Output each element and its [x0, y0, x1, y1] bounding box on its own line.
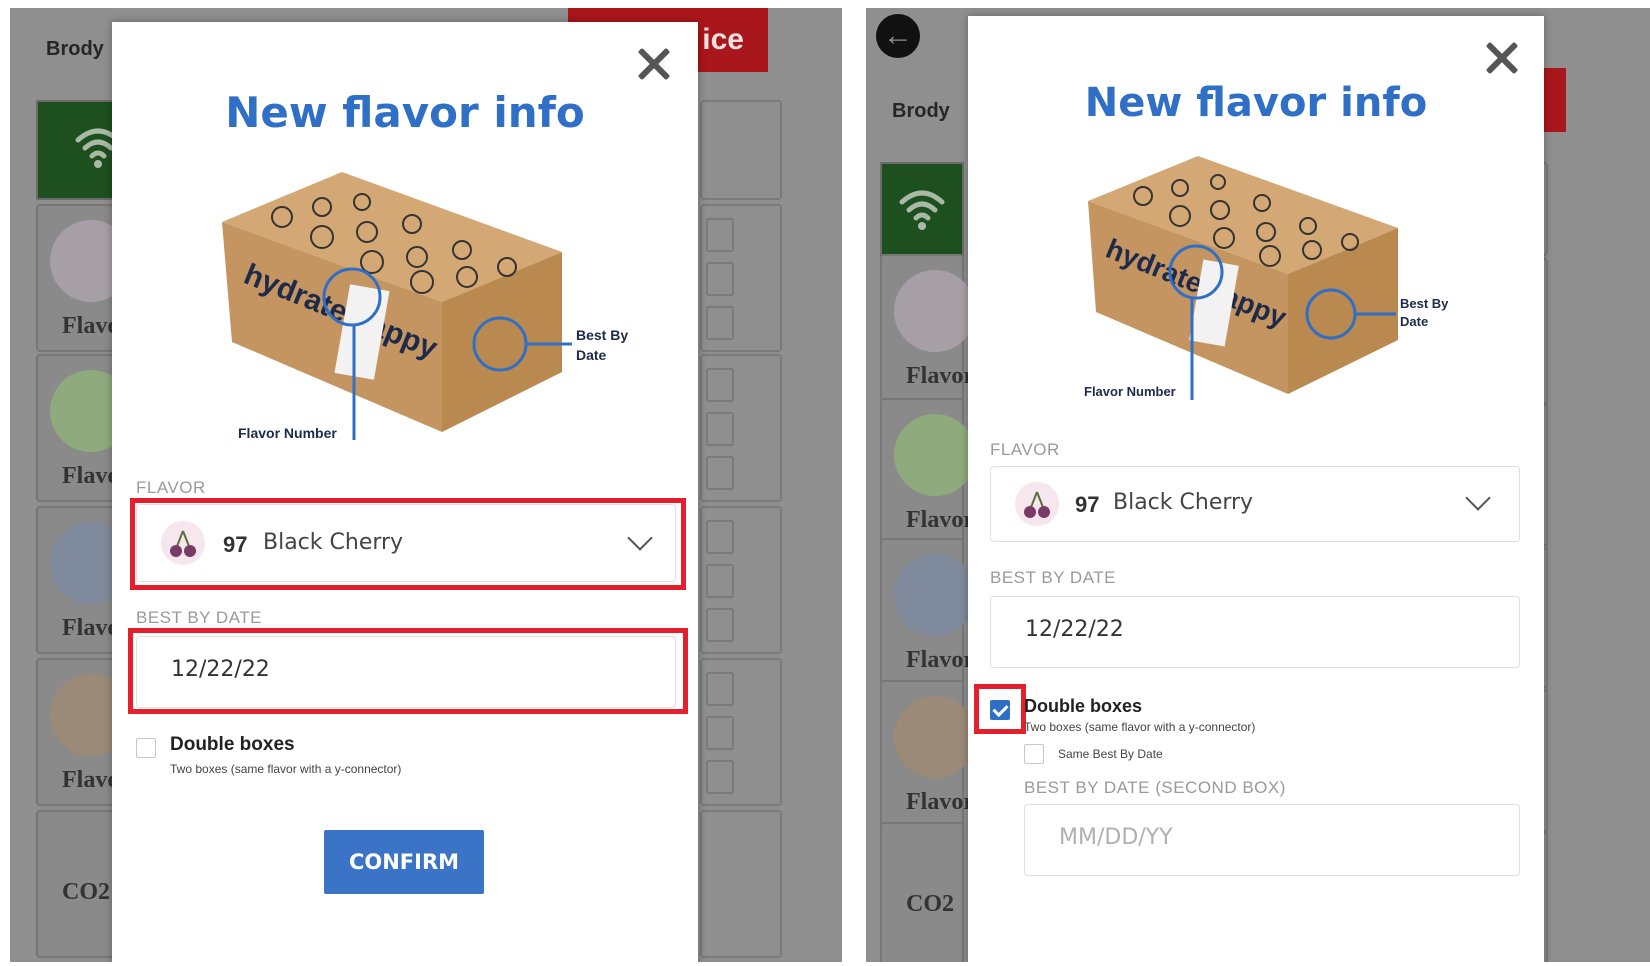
best-by-label: BEST BY DATE	[136, 608, 262, 627]
flavor-thumb	[894, 554, 976, 636]
best-by-callout: Date	[1400, 314, 1428, 329]
flavor-card[interactable]: Flavor	[880, 398, 976, 546]
close-icon[interactable]	[634, 44, 674, 84]
flavor-card[interactable]: Flavor	[880, 538, 976, 686]
best-by-callout: Best By	[1400, 296, 1449, 311]
best-by-callout: Date	[576, 347, 607, 363]
flavor-thumb	[894, 696, 976, 778]
best-by-callout: Best By	[576, 327, 628, 343]
flavor-number-callout: Flavor Number	[238, 425, 337, 441]
side-tile	[700, 658, 782, 806]
highlight-best-by	[128, 628, 688, 714]
flavor-label: FLAVOR	[990, 440, 1060, 459]
highlight-double-boxes	[974, 684, 1026, 734]
side-tile	[700, 810, 782, 958]
wifi-icon	[899, 190, 945, 230]
double-boxes-description: Two boxes (same flavor with a y-connecto…	[1024, 720, 1256, 734]
confirm-button[interactable]: CONFIRM	[324, 830, 484, 894]
double-boxes-label: Double boxes	[170, 734, 295, 755]
flavor-number-callout: Flavor Number	[1084, 384, 1176, 399]
user-name: Brody	[892, 100, 950, 122]
flavor-name: Black Cherry	[1113, 490, 1254, 515]
panel-divider	[842, 0, 866, 966]
best-by-label: BEST BY DATE	[990, 568, 1116, 587]
second-box-date-input[interactable]: MM/DD/YY	[1024, 804, 1520, 876]
best-by-input[interactable]: 12/22/22	[990, 596, 1520, 668]
flavor-select[interactable]: 97 Black Cherry	[990, 466, 1520, 542]
chevron-down-icon	[1465, 485, 1491, 511]
double-boxes-label: Double boxes	[1024, 696, 1143, 716]
flavor-thumb	[894, 414, 976, 496]
modal-title: New flavor info	[225, 88, 585, 137]
double-boxes-description: Two boxes (same flavor with a y-connecto…	[170, 762, 402, 776]
flavor-number: 97	[1075, 492, 1100, 517]
highlight-flavor	[130, 498, 686, 590]
box-illustration: hydrate happy Best By Date Flavor Number	[222, 172, 628, 441]
co2-card-label: CO2	[906, 891, 954, 917]
side-tile	[700, 506, 782, 654]
flavor-card-label: Flavor	[906, 647, 974, 673]
back-arrow-icon[interactable]: ←	[876, 14, 920, 58]
same-best-by-checkbox[interactable]	[1024, 744, 1044, 764]
screenshot-panel-left: Brody ice Flavor Flavor Flavor Flavor CO…	[10, 8, 842, 962]
flavor-label: FLAVOR	[136, 478, 206, 497]
co2-card[interactable]: CO2	[880, 822, 964, 962]
new-flavor-modal: New flavor info hydrate happy Best By Da…	[112, 22, 698, 962]
same-best-by-label: Same Best By Date	[1058, 747, 1163, 761]
best-by-value: 12/22/22	[1025, 617, 1124, 642]
side-tile	[700, 204, 782, 352]
flavor-card-label: Flavor	[906, 789, 974, 815]
wifi-tile[interactable]	[880, 162, 964, 262]
side-tile	[700, 354, 782, 502]
double-boxes-checkbox[interactable]	[136, 738, 156, 758]
second-box-placeholder: MM/DD/YY	[1059, 825, 1173, 850]
box-illustration: hydrate happy Best By Date Flavor Number	[1084, 156, 1449, 400]
flavor-card[interactable]: Flavor	[880, 680, 976, 828]
new-flavor-modal: New flavor info hydrate happy Best By Da…	[968, 16, 1544, 962]
cherry-icon	[1015, 482, 1059, 526]
flavor-card-label: Flavor	[906, 363, 974, 389]
screenshot-panel-right: ← nced Brody ice Flavor Flavor Flavor Fl…	[866, 8, 1650, 962]
flavor-thumb	[894, 270, 976, 352]
modal-title: New flavor info	[1084, 80, 1428, 126]
flavor-card-label: Flavor	[906, 507, 974, 533]
second-box-label: BEST BY DATE (SECOND BOX)	[1024, 778, 1286, 797]
close-icon[interactable]	[1482, 38, 1522, 78]
flavor-card[interactable]: Flavor	[880, 254, 976, 402]
co2-card-label: CO2	[62, 879, 110, 905]
side-tile	[700, 100, 782, 200]
user-name: Brody	[46, 38, 104, 60]
